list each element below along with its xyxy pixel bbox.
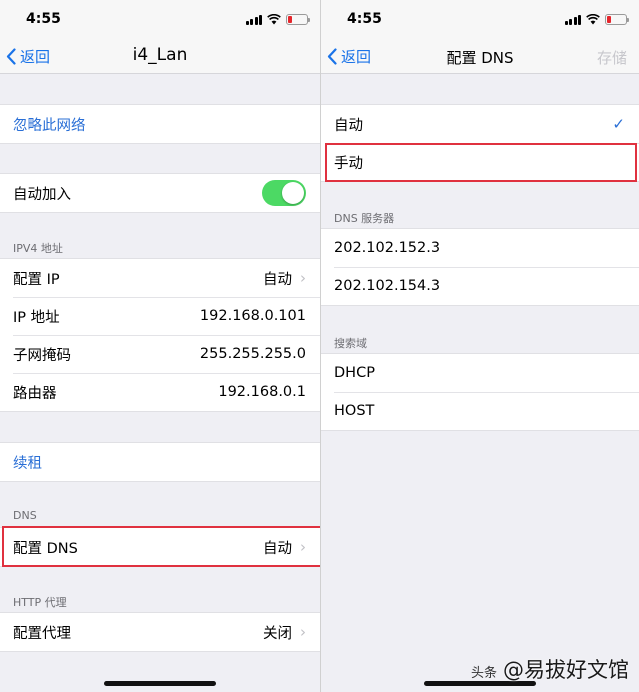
router-row: 路由器 192.168.0.1: [0, 373, 320, 411]
chevron-right-icon: ›: [300, 269, 306, 287]
nav-bar: 返回 配置 DNS 存储: [321, 38, 639, 74]
chevron-right-icon: ›: [300, 623, 306, 641]
watermark-text: @易拔好文馆: [503, 658, 629, 682]
battery-low-icon: [286, 13, 310, 25]
watermark: 头条 @易拔好文馆: [471, 654, 629, 684]
configure-proxy-label: 配置代理: [13, 625, 71, 642]
wifi-detail-screen: 4:55 返回 i4_Lan 忽略此网络 自动加入 IPV4 地址 配置 IP …: [0, 0, 320, 692]
toggle-knob: [282, 182, 304, 204]
subnet-mask-value: 255.255.255.0: [199, 346, 306, 362]
auto-join-group: 自动加入: [0, 173, 320, 213]
wifi-icon: [267, 13, 281, 24]
search-domains-section-header: 搜索域: [334, 337, 367, 350]
search-domain-item[interactable]: DHCP: [321, 354, 639, 392]
dns-servers-section-header: DNS 服务器: [334, 212, 395, 225]
cellular-signal-icon: [245, 14, 262, 25]
dns-mode-auto-option[interactable]: 自动 ✓: [321, 105, 639, 143]
subnet-mask-row: 子网掩码 255.255.255.0: [0, 335, 320, 373]
checkmark-icon: ✓: [612, 115, 625, 133]
auto-join-row: 自动加入: [0, 174, 320, 212]
configure-proxy-row[interactable]: 配置代理 关闭 ›: [0, 613, 320, 651]
forget-network-group: 忽略此网络: [0, 104, 320, 144]
battery-low-icon: [605, 13, 629, 25]
proxy-group: 配置代理 关闭 ›: [0, 612, 320, 652]
home-indicator: [104, 681, 216, 686]
watermark-prefix: 头条: [470, 666, 497, 681]
configure-ip-label: 配置 IP: [13, 271, 60, 288]
dns-section-header: DNS: [13, 509, 37, 522]
search-domains-group: DHCP HOST: [321, 353, 639, 431]
ip-address-row: IP 地址 192.168.0.101: [0, 297, 320, 335]
forget-network-button[interactable]: 忽略此网络: [0, 105, 320, 143]
status-icons: [245, 13, 310, 25]
router-value: 192.168.0.1: [218, 384, 306, 400]
ip-address-value: 192.168.0.101: [199, 308, 306, 324]
nav-bar: 返回 i4_Lan: [0, 38, 320, 74]
search-domain-item[interactable]: HOST: [321, 392, 639, 430]
ipv4-section-header: IPV4 地址: [13, 242, 63, 255]
dns-servers-group: 202.102.152.3 202.102.154.3: [321, 228, 639, 306]
renew-lease-button[interactable]: 续租: [0, 443, 320, 481]
dns-server-item[interactable]: 202.102.154.3: [321, 267, 639, 305]
status-icons: [564, 13, 629, 25]
search-domain-value: HOST: [334, 403, 375, 419]
dns-server-item[interactable]: 202.102.152.3: [321, 229, 639, 267]
forget-network-label: 忽略此网络: [13, 117, 86, 134]
configure-ip-row[interactable]: 配置 IP 自动 ›: [0, 259, 320, 297]
dns-server-value: 202.102.152.3: [334, 240, 441, 256]
subnet-mask-label: 子网掩码: [13, 347, 71, 364]
wifi-icon: [586, 13, 600, 24]
search-domain-value: DHCP: [334, 365, 375, 381]
proxy-section-header: HTTP 代理: [13, 596, 67, 609]
ip-address-label: IP 地址: [13, 309, 60, 326]
auto-join-toggle[interactable]: [262, 180, 306, 206]
dns-mode-auto-label: 自动: [334, 117, 363, 134]
status-time: 4:55: [26, 11, 61, 27]
page-title: 配置 DNS: [446, 49, 514, 67]
cellular-signal-icon: [564, 14, 581, 25]
dns-server-value: 202.102.154.3: [334, 278, 441, 294]
ipv4-group: 配置 IP 自动 › IP 地址 192.168.0.101 子网掩码 255.…: [0, 258, 320, 412]
configure-dns-screen: 4:55 返回 配置 DNS 存储 自动 ✓ 手动 DNS 服务器 202.10…: [321, 0, 639, 692]
renew-lease-label: 续租: [13, 455, 42, 472]
status-bar: 4:55: [321, 0, 639, 38]
auto-join-label: 自动加入: [13, 186, 71, 203]
save-button[interactable]: 存储: [597, 47, 627, 68]
status-time: 4:55: [347, 11, 382, 27]
configure-dns-highlight: [2, 526, 320, 567]
page-title: i4_Lan: [132, 45, 188, 65]
configure-ip-value: 自动: [263, 271, 292, 288]
router-label: 路由器: [13, 385, 57, 402]
configure-proxy-value: 关闭: [263, 625, 292, 642]
renew-lease-group: 续租: [0, 442, 320, 482]
status-bar: 4:55: [0, 0, 320, 38]
manual-option-highlight: [325, 143, 637, 182]
